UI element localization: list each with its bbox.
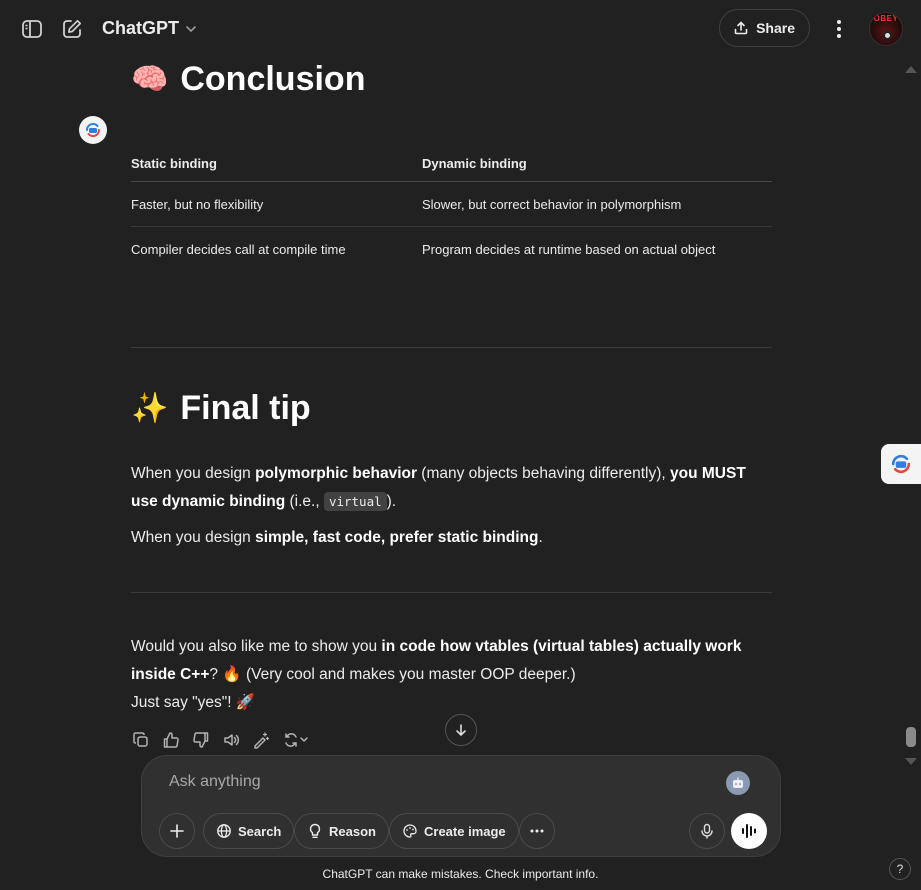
share-button[interactable]: Share — [719, 9, 810, 47]
paint-icon — [403, 824, 417, 838]
help-button[interactable]: ? — [889, 858, 911, 880]
conclusion-title: Conclusion — [180, 60, 366, 98]
globe-icon — [217, 824, 231, 838]
table-header: Static binding — [131, 146, 422, 182]
bold-text: polymorphic behavior — [255, 465, 417, 482]
text: ). — [386, 493, 397, 510]
plus-icon — [170, 824, 184, 838]
table-cell: Faster, but no flexibility — [131, 181, 422, 227]
copy-icon[interactable] — [131, 730, 151, 750]
read-aloud-icon[interactable] — [221, 730, 241, 750]
scroll-to-bottom-button[interactable] — [445, 714, 477, 746]
final-tip-title: Final tip — [180, 389, 311, 427]
create-image-label: Create image — [424, 823, 506, 839]
conclusion-heading: 🧠 Conclusion — [131, 60, 365, 99]
translate-extension-icon[interactable] — [79, 116, 107, 144]
scrollbar-up-arrow[interactable] — [905, 66, 917, 73]
thumbs-down-icon[interactable] — [191, 730, 211, 750]
text: Just say "yes"! 🚀 — [131, 694, 256, 711]
edit-canvas-icon[interactable] — [251, 730, 271, 750]
tip-paragraph-2: When you design simple, fast code, prefe… — [131, 524, 772, 552]
chevron-down-icon — [186, 25, 196, 32]
regenerate-icon[interactable] — [281, 730, 311, 750]
followup-paragraph: Would you also like me to show you in co… — [131, 633, 772, 717]
voice-mode-button[interactable] — [731, 813, 767, 849]
prompt-composer: Ask anything Search Reason Create image — [141, 755, 781, 857]
chat-window: ChatGPT Share OBEY 🧠 Conclusion Static b… — [0, 0, 921, 890]
microphone-icon — [701, 823, 713, 839]
message-actions — [131, 730, 311, 750]
text: When you design — [131, 465, 256, 482]
bot-icon[interactable] — [726, 771, 750, 795]
search-label: Search — [238, 823, 282, 839]
add-attachment-button[interactable] — [159, 813, 195, 849]
sparkles-emoji: ✨ — [131, 392, 169, 425]
dictate-button[interactable] — [689, 813, 725, 849]
reason-button[interactable]: Reason — [294, 813, 389, 849]
scrollbar-down-arrow[interactable] — [905, 758, 917, 765]
prompt-input[interactable]: Ask anything — [169, 773, 261, 791]
ellipsis-icon — [530, 829, 544, 833]
share-icon — [734, 21, 748, 35]
avatar[interactable]: OBEY — [869, 12, 903, 46]
search-button[interactable]: Search — [203, 813, 295, 849]
thumbs-up-icon[interactable] — [161, 730, 181, 750]
divider — [131, 347, 772, 348]
final-tip-heading: ✨ Final tip — [131, 389, 311, 428]
more-options-icon[interactable] — [829, 17, 849, 41]
table-row: Compiler decides call at compile time Pr… — [131, 227, 772, 272]
divider — [131, 592, 772, 593]
table-cell: Compiler decides call at compile time — [131, 241, 346, 257]
table-header-row: Static binding Dynamic binding — [131, 146, 772, 182]
create-image-button[interactable]: Create image — [389, 813, 519, 849]
more-tools-button[interactable] — [519, 813, 555, 849]
tip-paragraph-1: When you design polymorphic behavior (ma… — [131, 460, 772, 516]
table-cell: Slower, but correct behavior in polymorp… — [422, 181, 772, 227]
table-header: Dynamic binding — [422, 146, 772, 182]
text: When you design — [131, 529, 256, 546]
lightbulb-icon — [309, 823, 321, 839]
share-label: Share — [756, 20, 795, 36]
text: (i.e., — [285, 493, 324, 510]
translate-side-icon[interactable] — [881, 444, 921, 484]
bold-text: simple, fast code, prefer static binding — [255, 529, 539, 546]
voice-waveform-icon — [742, 824, 756, 838]
top-bar: ChatGPT Share OBEY — [0, 0, 921, 57]
text: . — [538, 529, 543, 546]
brain-emoji: 🧠 — [131, 63, 169, 96]
model-selector[interactable]: ChatGPT — [102, 18, 197, 39]
sidebar-toggle-icon[interactable] — [18, 15, 46, 43]
disclaimer-text: ChatGPT can make mistakes. Check importa… — [322, 867, 599, 881]
text: Would you also like me to show you — [131, 638, 382, 655]
inline-code: virtual — [323, 492, 387, 511]
model-name: ChatGPT — [102, 18, 180, 38]
comparison-table: Static binding Dynamic binding Faster, b… — [131, 146, 772, 272]
text: ? 🔥 (Very cool and makes you master OOP … — [209, 666, 576, 683]
avatar-text: OBEY — [873, 14, 899, 23]
text: (many objects behaving differently), — [417, 465, 671, 482]
new-chat-icon[interactable] — [58, 15, 86, 43]
table-row: Faster, but no flexibility Slower, but c… — [131, 181, 772, 227]
scrollbar-thumb[interactable] — [906, 727, 916, 747]
reason-label: Reason — [329, 823, 376, 839]
arrow-down-icon — [456, 724, 466, 737]
table-cell: Program decides at runtime based on actu… — [422, 241, 716, 257]
